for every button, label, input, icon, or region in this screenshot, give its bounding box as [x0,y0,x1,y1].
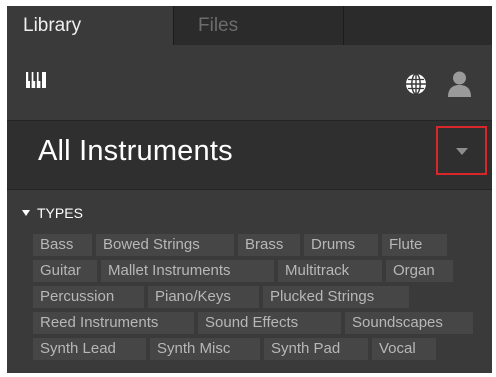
type-tag-bowed-strings[interactable]: Bowed Strings [96,234,234,256]
type-tag-plucked-strings[interactable]: Plucked Strings [263,286,409,308]
type-tag-percussion[interactable]: Percussion [33,286,144,308]
types-label: TYPES [37,205,83,221]
types-toggle[interactable]: TYPES [22,205,83,221]
content-type-row [7,45,492,120]
tab-bar: Library Files [7,6,492,45]
caret-down-icon [22,210,30,216]
type-tag-soundscapes[interactable]: Soundscapes [345,312,473,334]
type-tag-drums[interactable]: Drums [304,234,378,256]
type-tag-synth-pad[interactable]: Synth Pad [264,338,368,360]
type-tag-mallet-instruments[interactable]: Mallet Instruments [101,260,274,282]
browser-panel: Library Files All Instruments TYPES Bass… [7,6,492,373]
type-tag-brass[interactable]: Brass [238,234,300,256]
type-tag-multitrack[interactable]: Multitrack [278,260,382,282]
type-tag-guitar[interactable]: Guitar [33,260,97,282]
types-section: TYPES Bass Bowed Strings Brass Drums Flu… [7,190,492,373]
tab-files[interactable]: Files [173,6,343,45]
chevron-down-icon [456,148,468,155]
type-tag-sound-effects[interactable]: Sound Effects [198,312,341,334]
type-tag-flute[interactable]: Flute [382,234,447,256]
type-tag-organ[interactable]: Organ [386,260,453,282]
tab-library[interactable]: Library [7,6,173,45]
instrument-selector[interactable]: All Instruments [7,120,492,190]
selector-title: All Instruments [38,135,233,167]
type-tag-reed-instruments[interactable]: Reed Instruments [33,312,194,334]
dropdown-button[interactable] [436,126,487,175]
keyboard-icon[interactable] [26,72,46,88]
type-tag-synth-misc[interactable]: Synth Misc [150,338,260,360]
type-tag-bass[interactable]: Bass [33,234,92,256]
type-tag-synth-lead[interactable]: Synth Lead [33,338,146,360]
type-tag-vocal[interactable]: Vocal [372,338,436,360]
type-tag-piano-keys[interactable]: Piano/Keys [148,286,259,308]
user-icon[interactable] [447,70,472,97]
globe-icon[interactable] [405,73,427,95]
tab-bar-empty-area [343,6,492,45]
